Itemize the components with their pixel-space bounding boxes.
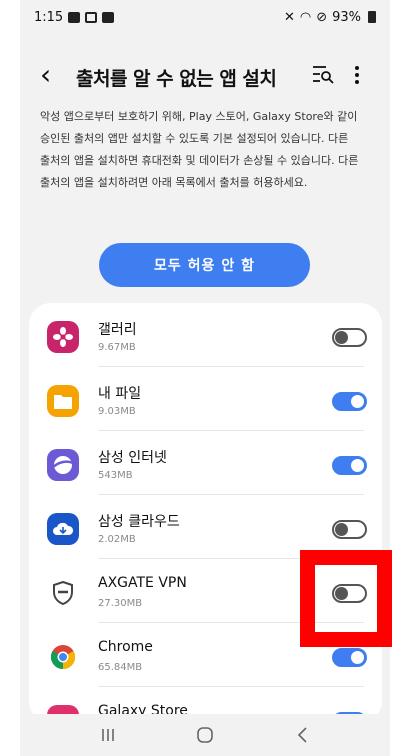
gallery-notification-icon xyxy=(68,11,81,23)
dnd-icon: ⊘ xyxy=(316,9,328,25)
phone-screen: 1:15 ✕ ◠ ⊘ 93% ‹ 출처를 알 수 없는 앱 설치 악성 앱으로부… xyxy=(20,0,390,756)
app-name: 갤러리 xyxy=(98,322,137,338)
app-name: 삼성 클라우드 xyxy=(98,514,180,530)
app-name: Chrome xyxy=(98,639,153,655)
page-title: 출처를 알 수 없는 앱 설치 xyxy=(76,68,277,90)
axgate-shield-icon xyxy=(47,577,79,609)
allow-none-button[interactable]: 모두 허용 안 함 xyxy=(99,243,310,287)
app-size: 9.67MB xyxy=(98,342,136,353)
list-item-chrome[interactable]: Chrome 65.84MB xyxy=(29,623,382,687)
battery-level: 93% xyxy=(332,9,361,25)
app-size: 65.84MB xyxy=(98,662,143,673)
more-options-icon[interactable] xyxy=(352,60,362,90)
description-text: 악성 앱으로부터 보호하기 위해, Play 스토어, Galaxy Store… xyxy=(40,110,359,189)
install-permission-toggle[interactable] xyxy=(332,520,367,539)
app-name: 내 파일 xyxy=(98,386,142,402)
app-size: 9.03MB xyxy=(98,406,136,417)
list-item-gallery[interactable]: 갤러리 9.67MB xyxy=(29,303,382,367)
play-notification-icon xyxy=(85,11,98,23)
search-list-icon[interactable] xyxy=(312,64,334,84)
mute-icon: ✕ xyxy=(283,9,295,25)
app-name: AXGATE VPN xyxy=(98,575,187,591)
app-list: 갤러리 9.67MB 내 파일 9.03MB 삼성 인터넷 543MB 삼성 클… xyxy=(29,303,382,723)
list-item-samsung-cloud[interactable]: 삼성 클라우드 2.02MB xyxy=(29,495,382,559)
battery-icon xyxy=(368,11,376,23)
back-icon[interactable] xyxy=(287,720,317,750)
install-permission-toggle[interactable] xyxy=(332,328,367,347)
samsung-internet-icon xyxy=(47,449,79,481)
status-bar: 1:15 ✕ ◠ ⊘ 93% xyxy=(20,0,390,34)
list-item-axgate-vpn[interactable]: AXGATE VPN 27.30MB xyxy=(29,559,382,623)
navigation-bar xyxy=(20,714,390,756)
back-arrow-icon[interactable]: ‹ xyxy=(40,58,51,91)
list-item-my-files[interactable]: 내 파일 9.03MB xyxy=(29,367,382,431)
install-permission-toggle[interactable] xyxy=(332,392,367,411)
home-icon[interactable] xyxy=(190,720,220,750)
app-bar: ‹ 출처를 알 수 없는 앱 설치 xyxy=(20,56,390,96)
recent-apps-icon[interactable] xyxy=(93,720,123,750)
install-permission-toggle[interactable] xyxy=(332,584,367,603)
app-size: 2.02MB xyxy=(98,534,136,545)
chrome-icon xyxy=(47,641,79,673)
app-size: 543MB xyxy=(98,470,133,481)
app-name: 삼성 인터넷 xyxy=(98,450,167,466)
wifi-icon: ◠ xyxy=(299,9,312,25)
install-permission-toggle[interactable] xyxy=(332,456,367,475)
my-files-icon xyxy=(47,385,79,417)
samsung-cloud-icon xyxy=(47,513,79,545)
status-time: 1:15 xyxy=(34,9,64,25)
gallery-icon xyxy=(47,321,79,353)
install-permission-toggle[interactable] xyxy=(332,648,367,667)
message-notification-icon xyxy=(102,11,115,23)
list-item-samsung-internet[interactable]: 삼성 인터넷 543MB xyxy=(29,431,382,495)
app-size: 27.30MB xyxy=(98,598,143,609)
